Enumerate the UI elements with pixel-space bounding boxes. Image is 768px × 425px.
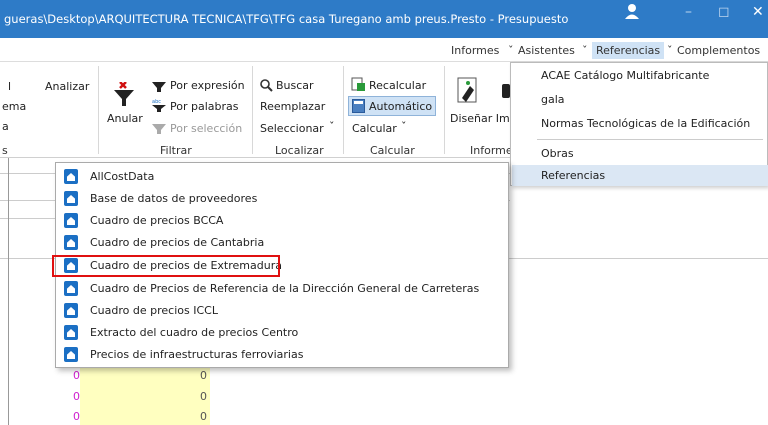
group-label-localizar: Localizar <box>275 144 324 157</box>
por-seleccion-button[interactable]: Por selección <box>170 122 242 135</box>
cell-value[interactable]: 0 <box>73 369 80 382</box>
disenar-informe-button[interactable]: Diseñar Imp <box>450 112 517 125</box>
submenu-item-label: Precios de infraestructuras ferroviarias <box>90 348 304 361</box>
search-icon <box>260 79 273 95</box>
submenu-item-label: Extracto del cuadro de precios Centro <box>90 326 299 339</box>
menu-bar: Informes ˇ Asistentes ˇ Referencias ˇ Co… <box>0 38 768 62</box>
submenu-item-label: Cuadro de precios de Cantabria <box>90 236 265 249</box>
database-icon <box>64 191 78 206</box>
menu-pin-icon: ˇ <box>508 44 514 57</box>
buscar-button[interactable]: Buscar <box>276 79 314 92</box>
menu-divider <box>537 139 763 140</box>
seleccionar-button[interactable]: Seleccionar <box>260 122 324 135</box>
cell-value[interactable]: 0 <box>200 369 207 382</box>
close-icon[interactable]: ✕ <box>752 4 764 20</box>
highlight-annotation-box <box>52 255 280 277</box>
abc-filter-icon: abc <box>152 98 166 115</box>
ribbon-divider <box>444 66 445 154</box>
ribbon-partial-label: l <box>8 80 12 93</box>
restore-icon[interactable]: ◻ <box>718 4 730 20</box>
cell-value[interactable]: 0 <box>73 410 80 423</box>
window-title: gueras\Desktop\ARQUITECTURA TECNICA\TFG\… <box>4 12 569 26</box>
user-icon[interactable] <box>625 3 639 23</box>
por-expresion-button[interactable]: Por expresión <box>170 79 245 92</box>
cell-value[interactable]: 0 <box>200 410 207 423</box>
database-icon <box>64 325 78 340</box>
title-bar: gueras\Desktop\ARQUITECTURA TECNICA\TFG\… <box>0 0 768 38</box>
menu-referencias[interactable]: Referencias <box>592 42 665 59</box>
cell-value[interactable]: 0 <box>73 390 80 403</box>
submenu-item-bcca[interactable]: Cuadro de precios BCCA <box>64 211 504 231</box>
database-icon <box>64 303 78 318</box>
recalcular-icon <box>351 77 365 94</box>
submenu-item-ferroviarias[interactable]: Precios de infraestructuras ferroviarias <box>64 345 504 365</box>
submenu-item-carreteras[interactable]: Cuadro de Precios de Referencia de la Di… <box>64 279 504 299</box>
reemplazar-button[interactable]: Reemplazar <box>260 100 325 113</box>
database-icon <box>64 169 78 184</box>
ribbon-divider <box>252 66 253 154</box>
database-icon <box>64 213 78 228</box>
calculator-icon <box>352 99 365 116</box>
anular-button[interactable]: Anular <box>107 112 143 125</box>
funnel-cancel-icon[interactable] <box>112 81 136 111</box>
menu-item-referencias[interactable]: Referencias <box>541 169 605 182</box>
referencias-dropdown: ACAE Catálogo Multifabricante gala Norma… <box>510 62 768 186</box>
funnel-icon <box>152 80 166 95</box>
recalcular-button[interactable]: Recalcular <box>369 79 426 92</box>
submenu-item-iccl[interactable]: Cuadro de precios ICCL <box>64 301 504 321</box>
por-palabras-button[interactable]: Por palabras <box>170 100 239 113</box>
ribbon-divider <box>343 66 344 154</box>
group-label-filtrar: Filtrar <box>160 144 192 157</box>
submenu-item-cantabria[interactable]: Cuadro de precios de Cantabria <box>64 233 504 253</box>
menu-item-acae[interactable]: ACAE Catálogo Multifabricante <box>541 69 709 82</box>
menu-pin-icon: ˇ <box>667 44 673 57</box>
menu-informes[interactable]: Informes <box>451 44 499 57</box>
group-label-partial: s <box>2 144 8 157</box>
submenu-item-label: Cuadro de precios ICCL <box>90 304 218 317</box>
dropdown-arrow-icon: ˇ <box>329 120 335 133</box>
group-label-informes: Informe <box>470 144 513 157</box>
printer-icon-partial <box>500 80 510 105</box>
submenu-item-label: Cuadro de precios BCCA <box>90 214 224 227</box>
grid-line <box>0 218 60 219</box>
database-icon <box>64 347 78 362</box>
svg-text:abc: abc <box>152 99 161 105</box>
minimize-icon[interactable]: – <box>685 4 692 20</box>
menu-asistentes[interactable]: Asistentes <box>518 44 575 57</box>
group-label-calcular: Calcular <box>370 144 415 157</box>
grid-border <box>8 158 9 425</box>
database-icon <box>64 235 78 250</box>
submenu-item-proveedores[interactable]: Base de datos de proveedores <box>64 189 504 209</box>
calcular-button[interactable]: Calcular <box>352 122 397 135</box>
yellow-cell-column <box>80 365 210 425</box>
dropdown-arrow-icon: ˇ <box>401 120 407 133</box>
submenu-item-centro[interactable]: Extracto del cuadro de precios Centro <box>64 323 504 343</box>
submenu-item-label: Cuadro de Precios de Referencia de la Di… <box>90 282 480 295</box>
ribbon-partial-label: a <box>2 120 9 133</box>
database-icon <box>64 281 78 296</box>
submenu-item-label: Base de datos de proveedores <box>90 192 258 205</box>
submenu-item-allcostdata[interactable]: AllCostData <box>64 167 504 187</box>
menu-complementos[interactable]: Complementos <box>677 44 760 57</box>
ribbon-divider <box>98 66 99 154</box>
analizar-button[interactable]: Analizar <box>45 80 89 93</box>
submenu-item-label: AllCostData <box>90 170 155 183</box>
automatico-button[interactable]: Automático <box>369 100 432 113</box>
design-report-icon <box>456 76 482 109</box>
ribbon-partial-label: ema <box>2 100 27 113</box>
menu-item-normas[interactable]: Normas Tecnológicas de la Edificación <box>541 117 750 130</box>
menu-pin-icon: ˇ <box>582 44 588 57</box>
menu-item-obras[interactable]: Obras <box>541 147 574 160</box>
menu-item-gala[interactable]: gala <box>541 93 565 106</box>
cell-value[interactable]: 0 <box>200 390 207 403</box>
selection-filter-icon <box>152 122 166 137</box>
